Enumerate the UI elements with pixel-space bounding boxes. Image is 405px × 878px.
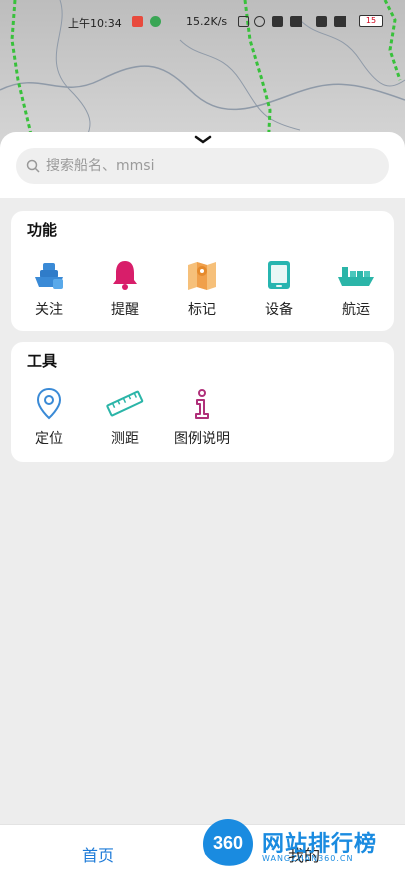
- function-label-remind: 提醒: [111, 302, 139, 318]
- signal-4g-icon: [334, 16, 354, 27]
- status-bar: 上午10:34 15.2K/s 15: [0, 10, 405, 34]
- watermark-subtitle: WANGZHAN360.CN: [262, 854, 354, 863]
- status-time: 上午10:34: [68, 17, 122, 30]
- function-label-mark: 标记: [188, 302, 216, 318]
- function-label-shipping: 航运: [342, 302, 370, 318]
- functions-title: 功能: [27, 221, 58, 239]
- function-item-remind[interactable]: 提醒: [95, 255, 155, 319]
- tool-label-legend: 图例说明: [174, 431, 230, 447]
- function-item-shipping[interactable]: 航运: [326, 255, 386, 319]
- function-item-follow[interactable]: 关注: [19, 255, 79, 319]
- bottom-sheet-header: [0, 132, 405, 198]
- search-input[interactable]: [46, 158, 346, 174]
- tool-label-locate: 定位: [35, 431, 63, 447]
- function-item-mark[interactable]: 标记: [172, 255, 232, 319]
- function-item-device[interactable]: 设备: [249, 255, 309, 319]
- alarm-icon: [254, 16, 265, 27]
- chevron-down-icon[interactable]: [193, 134, 213, 144]
- map-pin-icon: [188, 262, 216, 290]
- functions-card: 功能 关注 提醒 标记 设备 航运: [11, 211, 394, 331]
- battery-icon: 15: [359, 15, 383, 27]
- app-notification-icon: [132, 16, 143, 27]
- status-net-speed: 15.2K/s: [186, 15, 228, 28]
- ruler-icon: [106, 390, 144, 417]
- hd-icon: [272, 16, 283, 27]
- location-pin-icon: [36, 387, 62, 420]
- ship-follow-icon: [35, 263, 63, 289]
- search-bar[interactable]: [16, 148, 389, 184]
- cargo-ship-icon: [338, 267, 374, 286]
- function-label-device: 设备: [265, 302, 293, 318]
- map-view[interactable]: 上午10:34 15.2K/s 15: [0, 0, 405, 150]
- tablet-icon: [268, 261, 290, 289]
- tool-label-measure: 测距: [111, 431, 139, 447]
- function-label-follow: 关注: [35, 302, 63, 318]
- tools-title: 工具: [27, 352, 58, 370]
- tool-item-locate[interactable]: 定位: [19, 384, 79, 448]
- info-icon: [195, 389, 209, 419]
- tools-card: 工具 定位 测距 图例说明: [11, 342, 394, 462]
- tool-item-legend[interactable]: 图例说明: [172, 384, 232, 448]
- mute-icon: [238, 16, 249, 27]
- watermark-badge: 360: [213, 833, 243, 853]
- tool-item-measure[interactable]: 测距: [95, 384, 155, 448]
- signal-5g-icon: [290, 16, 310, 27]
- hd-icon-2: [316, 16, 327, 27]
- bell-icon: [113, 261, 137, 290]
- wechat-icon: [150, 16, 161, 27]
- nav-home-tab[interactable]: 首页: [82, 842, 114, 866]
- search-icon: [26, 159, 40, 173]
